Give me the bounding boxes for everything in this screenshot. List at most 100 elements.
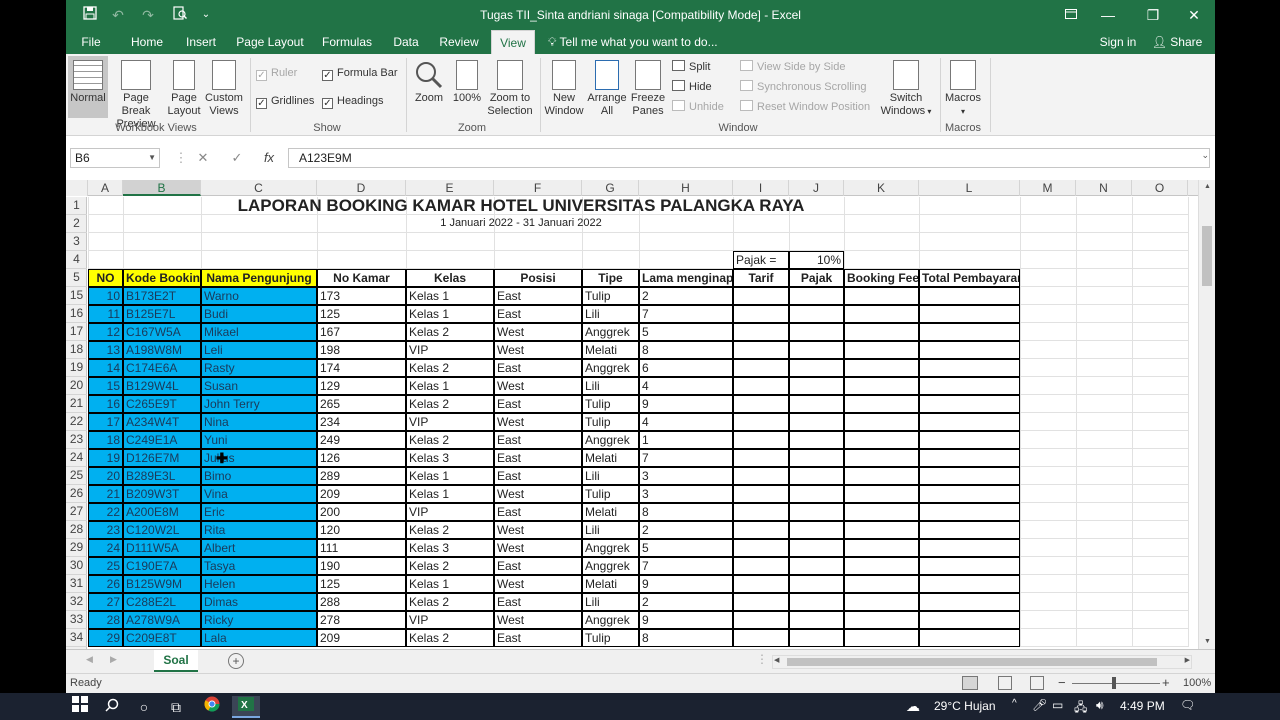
table-cell-empty[interactable] <box>844 431 919 449</box>
table-cell-empty[interactable] <box>789 305 844 323</box>
table-cell-empty[interactable] <box>733 539 789 557</box>
table-cell-empty[interactable] <box>733 305 789 323</box>
chrome-icon[interactable] <box>198 696 226 718</box>
table-cell-lama[interactable]: 4 <box>639 413 733 431</box>
table-cell-nama[interactable]: Tasya <box>201 557 317 575</box>
table-cell-empty[interactable] <box>733 593 789 611</box>
table-cell-posisi[interactable]: West <box>494 539 582 557</box>
table-cell-empty[interactable] <box>789 377 844 395</box>
table-cell-empty[interactable] <box>919 539 1020 557</box>
column-header-f[interactable]: F <box>494 180 582 196</box>
table-cell-nama[interactable]: Vina <box>201 485 317 503</box>
table-cell-empty[interactable] <box>844 449 919 467</box>
table-cell-empty[interactable] <box>919 557 1020 575</box>
table-cell-lama[interactable]: 8 <box>639 503 733 521</box>
zoom-slider-track[interactable] <box>1072 683 1160 684</box>
column-header-d[interactable]: D <box>317 180 406 196</box>
table-cell-kelas[interactable]: Kelas 2 <box>406 593 494 611</box>
row-header[interactable]: 5 <box>66 269 87 287</box>
tab-split-handle[interactable]: ⋮ <box>756 652 768 666</box>
table-cell-kode[interactable]: B289E3L <box>123 467 201 485</box>
table-cell-nama[interactable]: Eric <box>201 503 317 521</box>
table-cell-no[interactable]: 20 <box>88 467 123 485</box>
table-header[interactable]: Kode Booking <box>123 269 201 287</box>
row-header[interactable]: 31 <box>66 575 87 593</box>
table-cell-tipe[interactable]: Anggrek <box>582 611 639 629</box>
table-cell-empty[interactable] <box>919 521 1020 539</box>
table-cell-kamar[interactable]: 167 <box>317 323 406 341</box>
table-cell-empty[interactable] <box>789 359 844 377</box>
table-cell-empty[interactable] <box>919 593 1020 611</box>
table-cell-kelas[interactable]: Kelas 1 <box>406 377 494 395</box>
table-cell-empty[interactable] <box>919 305 1020 323</box>
column-header-j[interactable]: J <box>789 180 844 196</box>
table-cell-nama[interactable]: John Terry <box>201 395 317 413</box>
table-cell-empty[interactable] <box>919 395 1020 413</box>
pajak-value[interactable]: 10% <box>789 251 844 269</box>
row-header[interactable]: 21 <box>66 395 87 413</box>
scroll-down-icon[interactable]: ▼ <box>1199 635 1215 649</box>
zoom-level[interactable]: 100% <box>1183 677 1211 689</box>
table-cell-kamar[interactable]: 120 <box>317 521 406 539</box>
cancel-entry-icon[interactable]: ✕ <box>192 148 214 168</box>
zoom-out-button[interactable]: − <box>1058 675 1066 690</box>
table-cell-empty[interactable] <box>733 521 789 539</box>
table-cell-empty[interactable] <box>789 287 844 305</box>
table-cell-kode[interactable]: B125W9M <box>123 575 201 593</box>
table-cell-empty[interactable] <box>919 629 1020 647</box>
table-cell-kelas[interactable]: Kelas 2 <box>406 323 494 341</box>
column-header-g[interactable]: G <box>582 180 639 196</box>
row-header[interactable]: 20 <box>66 377 87 395</box>
table-cell-no[interactable]: 18 <box>88 431 123 449</box>
table-cell-kamar[interactable]: 173 <box>317 287 406 305</box>
table-cell-posisi[interactable]: East <box>494 503 582 521</box>
tab-data[interactable]: Data <box>388 30 424 54</box>
table-cell-kamar[interactable]: 190 <box>317 557 406 575</box>
table-cell-kelas[interactable]: Kelas 1 <box>406 485 494 503</box>
table-cell-posisi[interactable]: West <box>494 521 582 539</box>
table-cell-tipe[interactable]: Tulip <box>582 413 639 431</box>
row-header[interactable]: 32 <box>66 593 87 611</box>
column-header-m[interactable]: M <box>1020 180 1076 196</box>
table-cell-lama[interactable]: 4 <box>639 377 733 395</box>
row-header[interactable]: 18 <box>66 341 87 359</box>
table-cell-empty[interactable] <box>844 323 919 341</box>
table-cell-no[interactable]: 24 <box>88 539 123 557</box>
table-cell-lama[interactable]: 8 <box>639 341 733 359</box>
table-cell-nama[interactable]: Lala <box>201 629 317 647</box>
table-cell-no[interactable]: 26 <box>88 575 123 593</box>
table-cell-posisi[interactable]: West <box>494 377 582 395</box>
row-header[interactable]: 24 <box>66 449 87 467</box>
table-cell-kamar[interactable]: 249 <box>317 431 406 449</box>
table-cell-kode[interactable]: B173E2T <box>123 287 201 305</box>
table-cell-no[interactable]: 22 <box>88 503 123 521</box>
table-cell-kelas[interactable]: Kelas 3 <box>406 539 494 557</box>
table-cell-empty[interactable] <box>789 593 844 611</box>
name-box[interactable]: B6 ▼ <box>70 148 160 168</box>
hide-button[interactable]: Hide <box>672 78 712 96</box>
network-icon[interactable]: 🖧︎ <box>1074 698 1087 719</box>
table-header[interactable]: Posisi <box>494 269 582 287</box>
table-cell-lama[interactable]: 3 <box>639 485 733 503</box>
row-header[interactable]: 15 <box>66 287 87 305</box>
clock-time[interactable]: 4:49 PM <box>1120 699 1165 713</box>
table-cell-posisi[interactable]: West <box>494 575 582 593</box>
row-header[interactable]: 28 <box>66 521 87 539</box>
table-cell-kode[interactable]: C249E1A <box>123 431 201 449</box>
table-cell-empty[interactable] <box>789 485 844 503</box>
table-cell-kode[interactable]: A234W4T <box>123 413 201 431</box>
task-view-icon[interactable]: ⧉ <box>162 696 190 718</box>
table-cell-lama[interactable]: 6 <box>639 359 733 377</box>
table-cell-kelas[interactable]: Kelas 1 <box>406 305 494 323</box>
table-cell-no[interactable]: 19 <box>88 449 123 467</box>
table-cell-kode[interactable]: C190E7A <box>123 557 201 575</box>
table-cell-kamar[interactable]: 209 <box>317 485 406 503</box>
table-cell-kode[interactable]: A200E8M <box>123 503 201 521</box>
table-cell-empty[interactable] <box>733 395 789 413</box>
table-cell-empty[interactable] <box>789 341 844 359</box>
battery-icon[interactable]: ▭ <box>1052 698 1063 712</box>
table-header[interactable]: Tipe <box>582 269 639 287</box>
table-cell-empty[interactable] <box>733 629 789 647</box>
table-cell-kamar[interactable]: 234 <box>317 413 406 431</box>
table-cell-empty[interactable] <box>844 611 919 629</box>
